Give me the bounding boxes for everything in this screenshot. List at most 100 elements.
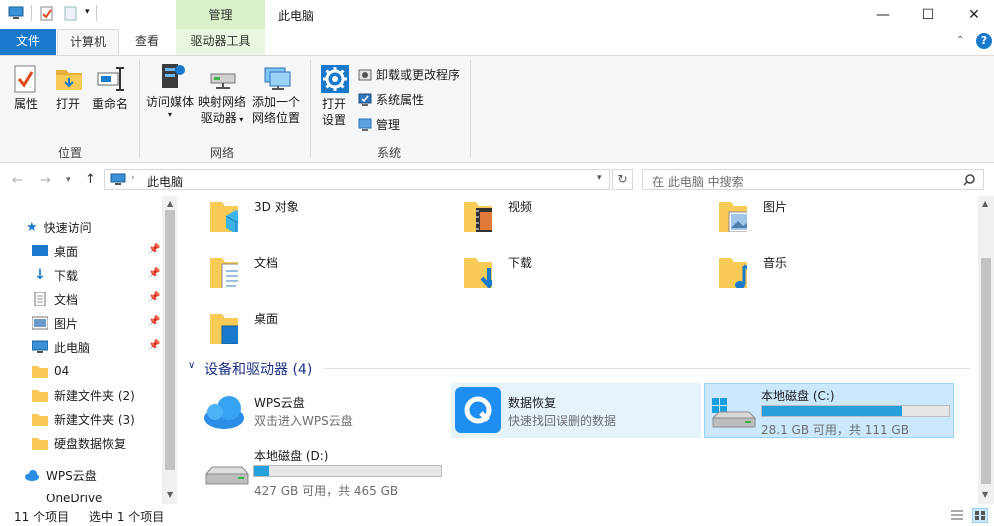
map-drive-label-1: 映射网络 (197, 95, 246, 109)
settings-gear-icon (320, 64, 349, 93)
open-settings-label-2: 设置 (321, 113, 346, 127)
tab-view[interactable]: 查看 (124, 29, 170, 55)
nav-item-label: 新建文件夹 (3) (54, 412, 135, 427)
folder-music[interactable]: 音乐 (715, 254, 955, 298)
breadcrumb-chevron-icon[interactable]: › (131, 173, 135, 183)
selected-count: 选中 1 个项目 (89, 510, 165, 524)
refresh-button[interactable]: ↻ (612, 169, 633, 190)
scroll-up-icon[interactable]: ▲ (167, 199, 173, 208)
tab-file[interactable]: 文件 (0, 29, 56, 55)
map-drive-icon (208, 70, 236, 90)
folder-videos[interactable]: 视频 (460, 198, 700, 242)
close-button[interactable]: ✕ (951, 0, 994, 29)
computer-icon (110, 173, 126, 185)
minimize-button[interactable]: — (860, 0, 906, 29)
new-folder-qat-icon[interactable] (64, 5, 78, 21)
map-drive-button[interactable]: 映射网络 驱动器 ▾ (196, 70, 248, 128)
wps-cloud-desc: 双击进入WPS云盘 (254, 414, 353, 428)
nav-quick-access-label: 快速访问 (43, 220, 92, 235)
manage-computer-icon (358, 118, 372, 131)
documents-icon (210, 258, 238, 288)
nav-item-documents[interactable]: 文档 (32, 288, 78, 310)
data-recovery-tile[interactable]: 数据恢复 快速找回误删的数据 (451, 383, 701, 438)
breadcrumb-this-pc[interactable]: 此电脑 (147, 173, 183, 190)
pin-icon[interactable]: 📌 (148, 292, 160, 303)
pin-icon[interactable]: 📌 (148, 316, 160, 327)
item-count: 11 个项目 (14, 510, 70, 524)
nav-item-new-folder-3[interactable]: 新建文件夹 (3) (32, 408, 135, 430)
nav-item-pictures[interactable]: 图片 (32, 312, 78, 334)
add-network-location-icon (262, 66, 291, 90)
help-icon[interactable]: ? (976, 33, 992, 49)
nav-item-folder-04[interactable]: 04 (32, 360, 69, 382)
wps-cloud-name: WPS云盘 (254, 396, 305, 410)
location-group-label: 位置 (57, 146, 82, 160)
folder-documents[interactable]: 文档 (206, 254, 446, 298)
access-media-button[interactable]: 访问媒体 ▾ (144, 62, 196, 120)
properties-qat-icon[interactable] (40, 5, 54, 21)
uninstall-programs-button[interactable]: 卸载或更改程序 (358, 66, 460, 83)
nav-scrollbar-thumb[interactable] (165, 210, 175, 470)
scroll-down-icon[interactable]: ▼ (167, 490, 173, 499)
ribbon-separator (470, 60, 471, 158)
nav-quick-access[interactable]: ★ 快速访问 (26, 216, 92, 238)
tab-computer[interactable]: 计算机 (57, 29, 119, 55)
nav-item-label: 文档 (54, 292, 79, 307)
address-bar[interactable]: › 此电脑 ▾ (104, 169, 610, 190)
pin-icon[interactable]: 📌 (148, 340, 160, 351)
nav-item-onedrive[interactable]: OneDrive (24, 494, 144, 504)
document-icon (34, 292, 46, 306)
wps-cloud-icon (204, 396, 244, 429)
qat-dropdown-icon[interactable]: ▾ (85, 7, 90, 17)
nav-item-this-pc[interactable]: 此电脑 (32, 336, 90, 358)
add-network-location-button[interactable]: 添加一个 网络位置 (250, 66, 302, 126)
nav-scrollbar[interactable]: ▲ ▼ (162, 196, 177, 504)
address-dropdown-icon[interactable]: ▾ (597, 173, 602, 183)
folder-3d-objects[interactable]: 3D 对象 (206, 198, 446, 242)
nav-item-label: 桌面 (54, 244, 79, 259)
back-arrow-icon[interactable]: ← (12, 173, 23, 188)
qat-divider (31, 5, 32, 21)
media-server-icon (156, 62, 185, 90)
up-arrow-icon[interactable]: ↑ (85, 172, 96, 187)
folder-desktop[interactable]: 桌面 (206, 310, 446, 354)
manage-button[interactable]: 管理 (358, 116, 400, 133)
nav-item-desktop[interactable]: 桌面 (32, 240, 78, 262)
folder-pictures[interactable]: 图片 (715, 198, 955, 242)
pin-icon[interactable]: 📌 (148, 268, 160, 279)
large-icons-view-icon[interactable] (972, 508, 988, 523)
map-drive-label-2: 驱动器 (200, 111, 237, 125)
maximize-button[interactable]: ☐ (905, 0, 951, 29)
pin-icon[interactable]: 📌 (148, 244, 160, 255)
drive-c-usage-fill (762, 406, 903, 416)
drive-d-tile[interactable]: 本地磁盘 (D:) 427 GB 可用，共 465 GB (200, 444, 450, 499)
content-scrollbar[interactable]: ▲ ▼ (978, 196, 994, 504)
recent-locations-icon[interactable]: ▾ (66, 175, 71, 185)
search-input[interactable]: 在 此电脑 中搜索 (642, 169, 984, 190)
wps-cloud-tile[interactable]: WPS云盘 双击进入WPS云盘 (200, 386, 448, 438)
system-properties-button[interactable]: 系统属性 (358, 91, 424, 108)
scroll-down-icon[interactable]: ▼ (982, 490, 988, 499)
scroll-up-icon[interactable]: ▲ (982, 199, 988, 208)
nav-item-wps-cloud[interactable]: WPS云盘 (24, 464, 97, 486)
drive-c-tile[interactable]: 本地磁盘 (C:) 28.1 GB 可用，共 111 GB (704, 383, 954, 438)
open-button[interactable]: 打开 (50, 64, 86, 112)
data-recovery-name: 数据恢复 (508, 396, 557, 410)
forward-arrow-icon[interactable]: → (40, 173, 51, 188)
rename-button[interactable]: 重命名 (90, 64, 130, 112)
nav-item-new-folder-2[interactable]: 新建文件夹 (2) (32, 384, 135, 406)
computer-icon[interactable] (8, 6, 24, 20)
nav-item-label: 新建文件夹 (2) (54, 388, 135, 403)
details-view-icon[interactable] (950, 509, 964, 522)
properties-button[interactable]: 属性 (8, 64, 44, 112)
network-group-label: 网络 (209, 146, 234, 160)
ribbon-collapse-icon[interactable]: ⌃ (956, 35, 964, 46)
tab-drive-tools[interactable]: 驱动器工具 (176, 29, 265, 55)
devices-group-header[interactable]: 设备和驱动器 (4) (204, 359, 312, 379)
content-scrollbar-thumb[interactable] (981, 258, 991, 484)
nav-item-downloads[interactable]: ↓ 下载 (32, 264, 78, 286)
collapse-group-icon[interactable]: ∨ (188, 360, 195, 371)
folder-downloads[interactable]: 下载 (460, 254, 700, 298)
nav-item-disk-recovery[interactable]: 硬盘数据恢复 (32, 432, 126, 454)
open-settings-button[interactable]: 打开 设置 (316, 64, 352, 128)
